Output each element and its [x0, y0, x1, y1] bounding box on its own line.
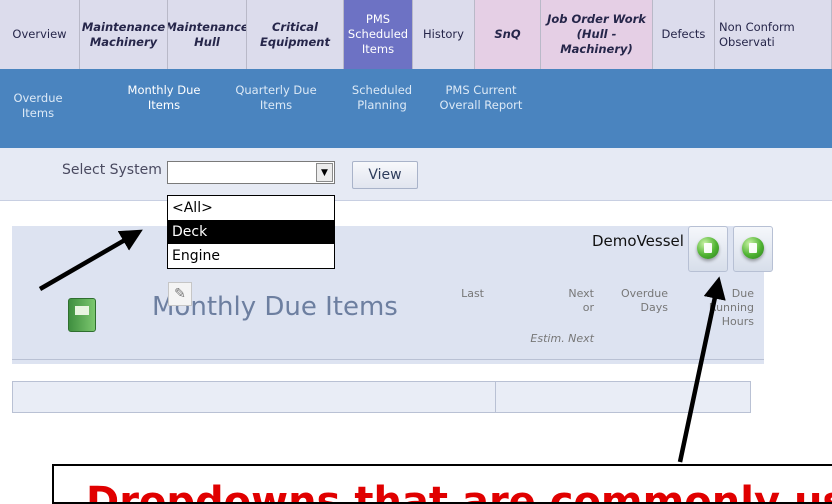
- subnav-overdue-items[interactable]: Overdue Items: [0, 91, 76, 121]
- dropdown-option-engine[interactable]: Engine: [168, 244, 334, 268]
- col-header-overdue-days: Overdue Days: [621, 287, 668, 314]
- top-tab-bar: Overview Maintenance Machinery Maintenan…: [0, 0, 832, 69]
- chevron-down-icon[interactable]: ▼: [316, 163, 333, 182]
- header-divider: [12, 359, 764, 360]
- system-dropdown-list: <All> Deck Engine: [167, 195, 335, 269]
- subnav-quarterly-due-items[interactable]: Quarterly Due Items: [226, 83, 326, 113]
- tab-history[interactable]: History: [413, 0, 475, 69]
- select-system-label: Select System :: [62, 162, 172, 178]
- subnav-monthly-due-items[interactable]: Monthly Due Items: [124, 83, 204, 113]
- export-button[interactable]: [688, 226, 728, 272]
- tab-pms-scheduled-items[interactable]: PMS Scheduled Items: [344, 0, 413, 69]
- subnav-pms-current-overall-report[interactable]: PMS Current Overall Report: [436, 83, 526, 113]
- pencil-icon[interactable]: ✎: [168, 282, 192, 306]
- view-button[interactable]: View: [352, 161, 418, 189]
- printer-icon: [742, 237, 764, 259]
- subnav-scheduled-planning[interactable]: Scheduled Planning: [344, 83, 420, 113]
- dropdown-option-deck[interactable]: Deck: [168, 220, 334, 244]
- annotation-text: Dropdowns that are commonly used: [86, 479, 832, 504]
- table-row: [12, 381, 751, 413]
- tab-snq[interactable]: SnQ: [475, 0, 541, 69]
- dropdown-option-all[interactable]: <All>: [168, 196, 334, 220]
- system-select[interactable]: ▼: [167, 161, 335, 184]
- column-separator: [495, 382, 496, 412]
- tab-maintenance-machinery[interactable]: Maintenance Machinery: [80, 0, 168, 69]
- col-header-next: Next or: [568, 287, 594, 314]
- tab-defects[interactable]: Defects: [653, 0, 715, 69]
- tab-non-conformity[interactable]: Non Conform Observati: [715, 0, 832, 69]
- tab-job-order-work[interactable]: Job Order Work (Hull - Machinery): [541, 0, 653, 69]
- document-icon: [697, 237, 719, 259]
- print-button[interactable]: [733, 226, 773, 272]
- sub-nav-bar: Overdue Items Monthly Due Items Quarterl…: [0, 69, 832, 148]
- col-header-due-running-hours: Due Running Hours: [708, 287, 754, 328]
- annotation-callout: Dropdowns that are commonly used: [52, 464, 832, 504]
- notebook-icon: [68, 298, 96, 332]
- col-header-last: Last: [461, 287, 484, 300]
- tab-overview[interactable]: Overview: [0, 0, 80, 69]
- col-header-estim-next: Estim. Next: [530, 332, 594, 345]
- tab-critical-equipment[interactable]: Critical Equipment: [247, 0, 344, 69]
- vessel-name: DemoVessel: [592, 232, 684, 250]
- tab-maintenance-hull[interactable]: Maintenance Hull: [168, 0, 247, 69]
